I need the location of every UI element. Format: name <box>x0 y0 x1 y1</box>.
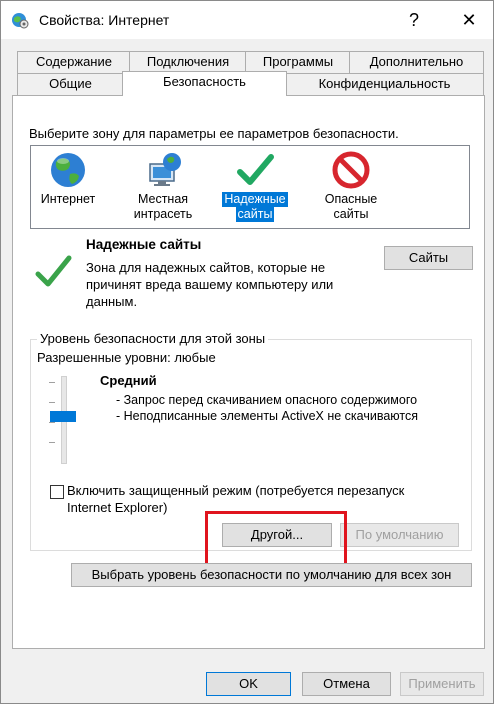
security-level-bullet: - Запрос перед скачиванием опасного соде… <box>116 393 418 407</box>
zone-internet-label: Интернет <box>40 192 96 206</box>
zone-trusted-sites-label-line2: сайты <box>235 207 275 222</box>
security-panel: Выберите зону для параметры ее параметро… <box>12 95 485 649</box>
window-title: Свойства: Интернет <box>39 12 170 28</box>
cancel-button[interactable]: Отмена <box>302 672 391 696</box>
apply-button[interactable]: Применить <box>400 672 484 696</box>
tab-general[interactable]: Общие <box>17 73 124 95</box>
tab-content[interactable]: Содержание <box>17 51 131 73</box>
tab-advanced[interactable]: Дополнительно <box>349 51 484 73</box>
security-level-bullet: - Неподписанные элементы ActiveX не скач… <box>116 409 419 423</box>
security-level-name: Средний <box>100 373 157 388</box>
zone-trusted-sites-label-line1: Надежные <box>222 192 288 207</box>
security-slider-thumb[interactable] <box>50 411 76 422</box>
zone-description: Зона для надежных сайтов, которые не при… <box>86 259 333 310</box>
reset-all-zones-button[interactable]: Выбрать уровень безопасности по умолчани… <box>71 563 472 587</box>
tab-privacy[interactable]: Конфиденциальность <box>285 73 484 95</box>
help-button[interactable]: ? <box>394 7 434 33</box>
zone-prompt: Выберите зону для параметры ее параметро… <box>29 126 399 141</box>
tab-connections[interactable]: Подключения <box>129 51 247 73</box>
internet-properties-window: Свойства: Интернет ? ✕ Содержание Подклю… <box>0 0 494 704</box>
slider-tick <box>49 422 55 423</box>
zone-description-line: данным. <box>86 294 138 309</box>
intranet-icon <box>149 153 181 186</box>
slider-tick <box>49 382 55 383</box>
zone-restricted-sites-label-line1: Опасные <box>324 192 378 206</box>
zone-restricted-sites[interactable]: Опасные сайты <box>314 146 388 222</box>
protected-mode-checkbox[interactable] <box>50 485 64 499</box>
highlight-box <box>205 511 347 566</box>
zone-description-line: причинят вреда вашему компьютеру или <box>86 277 334 292</box>
tab-programs[interactable]: Программы <box>245 51 351 73</box>
zone-trusted-sites[interactable]: Надежные сайты <box>218 146 292 222</box>
allowed-levels-text: Разрешенные уровни: любые <box>37 350 216 365</box>
zone-description-line: Зона для надежных сайтов, которые не <box>86 260 326 275</box>
slider-tick <box>49 442 55 443</box>
zone-internet[interactable]: Интернет <box>31 146 105 207</box>
default-level-button[interactable]: По умолчанию <box>340 523 459 547</box>
security-level-details: - Запрос перед скачиванием опасного соде… <box>116 392 418 424</box>
restricted-icon <box>332 151 370 189</box>
trusted-zone-checkmark-icon <box>35 255 72 287</box>
security-level-group-title: Уровень безопасности для этой зоны <box>37 331 269 346</box>
globe-icon <box>51 153 85 187</box>
zone-title: Надежные сайты <box>86 237 202 252</box>
checkmark-icon <box>237 154 274 185</box>
slider-tick <box>49 402 55 403</box>
zone-restricted-sites-label-line2: сайты <box>333 207 369 221</box>
zone-local-intranet[interactable]: Местная интрасеть <box>126 146 200 222</box>
title-bar: Свойства: Интернет ? ✕ <box>1 1 493 39</box>
ok-button[interactable]: OK <box>206 672 291 696</box>
zone-local-intranet-label-line1: Местная <box>137 192 189 206</box>
zone-list: Интернет Местная интрасеть Надежные сайт… <box>30 145 470 229</box>
sites-button[interactable]: Сайты <box>384 246 473 270</box>
protected-mode-label-line1: Включить защищенный режим (потребуется п… <box>67 483 405 498</box>
close-button[interactable]: ✕ <box>449 7 489 33</box>
internet-options-icon <box>12 13 29 29</box>
zone-local-intranet-label-line2: интрасеть <box>133 207 193 221</box>
tab-security[interactable]: Безопасность <box>122 71 287 96</box>
